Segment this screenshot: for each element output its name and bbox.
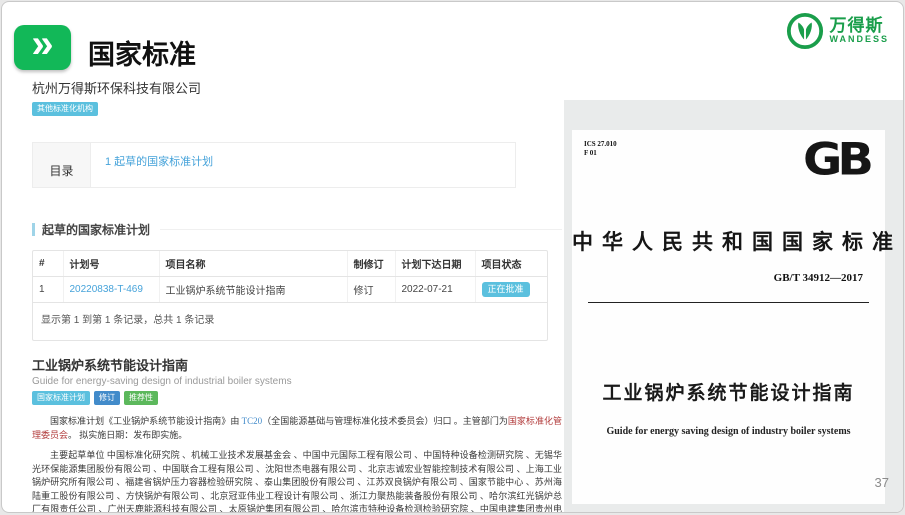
tc20-link[interactable]: TC20 bbox=[242, 416, 263, 426]
col-header-revision: 制修订 bbox=[347, 251, 395, 277]
national-standard-header: 中华人民共和国国家标准 bbox=[572, 226, 885, 256]
table-record-count: 显示第 1 到第 1 条记录，总共 1 条记录 bbox=[33, 303, 547, 340]
company-type-badge: 其他标准化机构 bbox=[32, 102, 98, 116]
logo-name-cn: 万得斯 bbox=[829, 17, 889, 35]
table-row: 1 20220838-T-469 工业锅炉系统节能设计指南 修订 2022-07… bbox=[33, 277, 547, 303]
page-title: 国家标准 bbox=[88, 33, 196, 72]
wandess-logo: 万得斯 WANDESS bbox=[786, 12, 889, 50]
wandess-leaf-icon bbox=[786, 12, 824, 50]
double-chevron-icon: » bbox=[14, 25, 71, 70]
company-name: 杭州万得斯环保科技有限公司 bbox=[32, 78, 562, 97]
badge-revision: 修订 bbox=[94, 391, 120, 405]
cell-revision: 修订 bbox=[347, 277, 395, 303]
gb-standard-cover-image: ICS 27.010 F 01 GB 中华人民共和国国家标准 GB/T 3491… bbox=[564, 100, 904, 512]
cover-subtitle-en: Guide for energy saving design of indust… bbox=[572, 426, 885, 437]
project-badges: 国家标准计划 修订 推荐性 bbox=[32, 391, 562, 405]
section-rule bbox=[160, 229, 562, 230]
toc-link-draft-plan[interactable]: 1 起草的国家标准计划 bbox=[105, 156, 213, 168]
table-header-row: # 计划号 项目名称 制修订 计划下达日期 项目状态 bbox=[33, 251, 547, 277]
standard-number: GB/T 34912—2017 bbox=[774, 272, 863, 284]
cover-title: 工业锅炉系统节能设计指南 bbox=[572, 378, 885, 405]
section-header: 起草的国家标准计划 bbox=[32, 221, 562, 238]
toc-label: 目录 bbox=[33, 143, 91, 187]
para1-text3: 。 拟实施日期：发布即实施。 bbox=[68, 430, 187, 440]
status-badge: 正在批准 bbox=[482, 282, 530, 297]
cell-project-name: 工业锅炉系统节能设计指南 bbox=[159, 277, 347, 303]
project-title: 工业锅炉系统节能设计指南 bbox=[32, 355, 562, 374]
slide: » 国家标准 万得斯 WANDESS 杭州万得斯环保科技有限公司 其他标准化机构… bbox=[1, 1, 904, 513]
col-header-date: 计划下达日期 bbox=[395, 251, 475, 277]
badge-recommended: 推荐性 bbox=[124, 391, 158, 405]
ics-code: ICS 27.010 F 01 bbox=[584, 140, 617, 158]
badge-national-plan: 国家标准计划 bbox=[32, 391, 90, 405]
section-title: 起草的国家标准计划 bbox=[42, 221, 150, 238]
toc-box: 目录 1 起草的国家标准计划 bbox=[32, 142, 516, 188]
col-header-index: # bbox=[33, 251, 63, 277]
standard-webpage-capture: 杭州万得斯环保科技有限公司 其他标准化机构 目录 1 起草的国家标准计划 起草的… bbox=[32, 78, 562, 513]
section-accent-bar bbox=[32, 223, 35, 236]
plan-table-container: # 计划号 项目名称 制修订 计划下达日期 项目状态 1 20220838-T-… bbox=[32, 250, 548, 341]
para1-text2: （全国能源基础与管理标准化技术委员会）归口 。主管部门为 bbox=[262, 416, 508, 426]
col-header-project: 项目名称 bbox=[159, 251, 347, 277]
cell-index: 1 bbox=[33, 277, 63, 303]
paragraph-drafting-units: 主要起草单位 中国标准化研究院 、机械工业技术发展基金会 、中国中元国际工程有限… bbox=[32, 449, 562, 513]
plan-table: # 计划号 项目名称 制修订 计划下达日期 项目状态 1 20220838-T-… bbox=[33, 251, 547, 303]
cell-date: 2022-07-21 bbox=[395, 277, 475, 303]
para1-text: 国家标准计划《工业锅炉系统节能设计指南》由 bbox=[50, 416, 242, 426]
project-subtitle-en: Guide for energy-saving design of indust… bbox=[32, 376, 562, 387]
gb-logo: GB bbox=[803, 134, 869, 186]
paragraph-scope: 国家标准计划《工业锅炉系统节能设计指南》由 TC20（全国能源基础与管理标准化技… bbox=[32, 415, 562, 442]
col-header-plan-no: 计划号 bbox=[63, 251, 159, 277]
para2-text: 主要起草单位 中国标准化研究院 、机械工业技术发展基金会 、中国中元国际工程有限… bbox=[32, 450, 562, 513]
project-description: 国家标准计划《工业锅炉系统节能设计指南》由 TC20（全国能源基础与管理标准化技… bbox=[32, 415, 562, 513]
plan-number-link[interactable]: 20220838-T-469 bbox=[70, 284, 143, 295]
cover-divider bbox=[588, 302, 869, 303]
logo-name-en: WANDESS bbox=[829, 35, 889, 44]
slide-page-number: 37 bbox=[875, 475, 889, 490]
gb-cover-page: ICS 27.010 F 01 GB 中华人民共和国国家标准 GB/T 3491… bbox=[572, 130, 885, 504]
col-header-status: 项目状态 bbox=[475, 251, 547, 277]
